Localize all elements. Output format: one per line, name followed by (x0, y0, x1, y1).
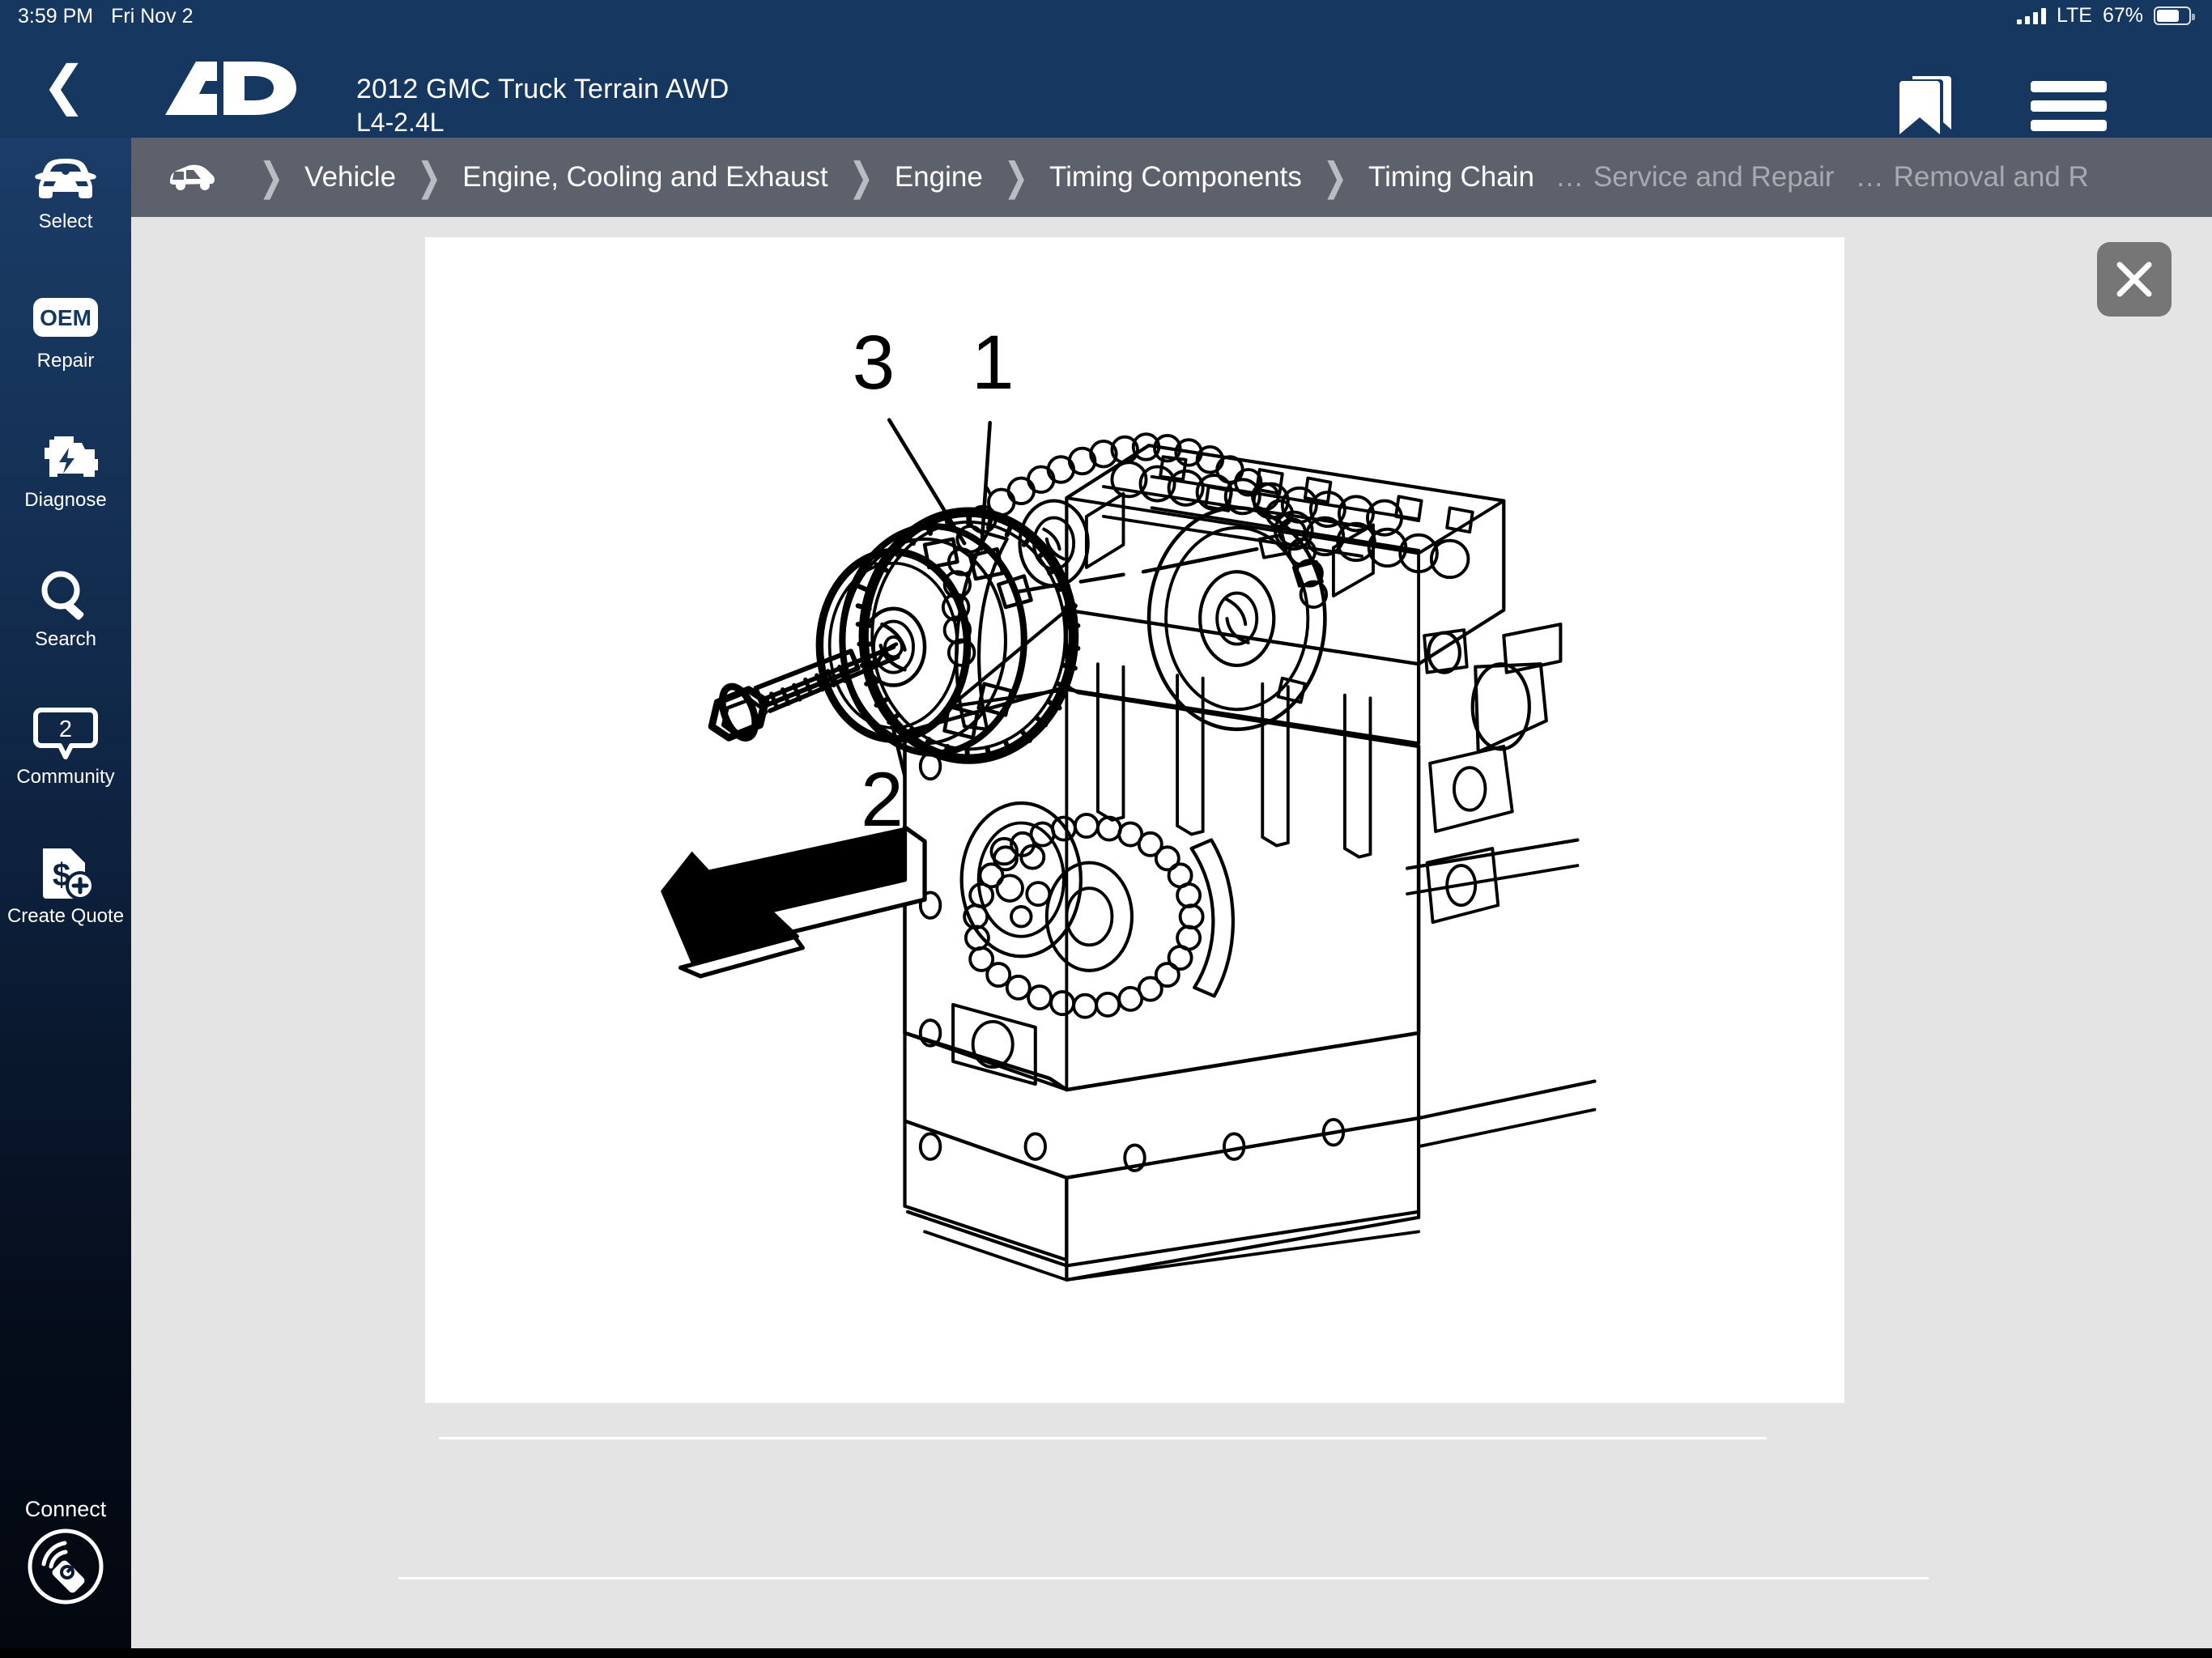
sidebar-item-community[interactable]: 2 Community (0, 704, 131, 789)
ad-logo[interactable] (160, 60, 347, 117)
vehicle-title: 2012 GMC Truck Terrain AWD (356, 74, 730, 104)
dollar-document-plus-icon: $ (0, 844, 131, 902)
breadcrumb-item-engine[interactable]: Engine (895, 161, 983, 193)
sidebar-nav: Select OEM Repair Diagnose Search 2 Comm… (0, 138, 131, 1658)
breadcrumb-ellipsis: … (1555, 161, 1584, 193)
breadcrumb-item-engine-cooling-exhaust[interactable]: Engine, Cooling and Exhaust (462, 161, 827, 193)
app-root: 3:59 PM Fri Nov 2 LTE 67% ❮ 2012 GMC Tru… (0, 0, 2212, 1658)
callout-3: 3 (853, 320, 895, 406)
magnifier-icon (0, 567, 131, 625)
sidebar-item-select[interactable]: Select (0, 149, 131, 233)
breadcrumb-separator: ❯ (417, 154, 442, 199)
svg-text:OEM: OEM (40, 305, 91, 330)
sidebar-item-diagnose[interactable]: Diagnose (0, 427, 131, 512)
sidebar-item-create-quote[interactable]: $ Create Quote (0, 844, 131, 928)
sidebar-item-label: Select (38, 210, 93, 232)
breadcrumb-item-timing-components[interactable]: Timing Components (1049, 161, 1302, 193)
callout-2: 2 (861, 757, 904, 843)
status-time: 3:59 PM (18, 5, 94, 28)
oem-badge-icon: OEM (0, 288, 131, 346)
battery-percent-label: 67% (2102, 4, 2143, 27)
bottom-bezel (0, 1648, 2212, 1658)
content-divider-bottom (398, 1577, 1929, 1579)
connect-button[interactable]: Connect (0, 1497, 131, 1611)
sidebar-item-label: Search (34, 628, 97, 650)
network-type-label: LTE (2056, 4, 2092, 27)
engine-lightning-icon (0, 427, 131, 486)
status-date: Fri Nov 2 (111, 5, 194, 28)
bookmark-icon[interactable] (1898, 74, 1953, 136)
speech-bubble-icon: 2 (0, 704, 131, 763)
content-divider-top (439, 1437, 1767, 1439)
vehicle-engine: L4-2.4L (356, 108, 445, 137)
status-bar-right: LTE 67% (2016, 4, 2195, 28)
timing-chain-diagram: 3 1 2 (660, 320, 1597, 1282)
breadcrumb-separator: ❯ (1003, 154, 1028, 199)
sidebar-item-repair[interactable]: OEM Repair (0, 288, 131, 372)
breadcrumb-separator: ❯ (849, 154, 874, 199)
breadcrumb-separator: ❯ (259, 154, 284, 199)
car-front-icon (0, 149, 131, 207)
content-area: 3 1 2 (131, 217, 2212, 1658)
hamburger-menu-icon[interactable] (2031, 81, 2107, 131)
sidebar-item-label: Repair (36, 350, 95, 372)
status-bar: 3:59 PM Fri Nov 2 LTE 67% (0, 0, 2212, 34)
battery-icon (2154, 6, 2195, 25)
sidebar-item-search[interactable]: Search (0, 567, 131, 651)
direction-arrow-icon (660, 825, 927, 979)
breadcrumb-item-timing-chain[interactable]: Timing Chain (1368, 161, 1534, 193)
breadcrumb-separator: ❯ (1322, 154, 1348, 199)
breadcrumb: ❯ Vehicle ❯ Engine, Cooling and Exhaust … (131, 138, 2212, 217)
app-header: ❮ 2012 GMC Truck Terrain AWD L4-2.4L (0, 34, 2212, 138)
breadcrumb-item-removal-and-replacement[interactable]: Removal and R (1894, 161, 2089, 193)
breadcrumb-ellipsis: … (1855, 161, 1884, 193)
back-chevron-icon[interactable]: ❮ (39, 58, 89, 115)
car-side-icon[interactable] (167, 163, 217, 192)
figure-panel[interactable]: 3 1 2 (425, 237, 1844, 1403)
close-icon[interactable] (2097, 242, 2172, 317)
sidebar-item-label: Create Quote (6, 905, 125, 927)
sidebar-item-label: Diagnose (24, 489, 107, 511)
signal-bars-icon (2016, 7, 2046, 24)
community-badge-count: 2 (59, 716, 72, 742)
status-bar-left: 3:59 PM Fri Nov 2 (18, 5, 194, 28)
sidebar-item-label: Community (16, 766, 115, 788)
wireless-dongle-icon (0, 1526, 131, 1611)
connect-label: Connect (24, 1497, 107, 1521)
breadcrumb-item-service-and-repair[interactable]: Service and Repair (1593, 161, 1835, 193)
callout-1: 1 (972, 320, 1015, 406)
breadcrumb-item-vehicle[interactable]: Vehicle (304, 161, 396, 193)
